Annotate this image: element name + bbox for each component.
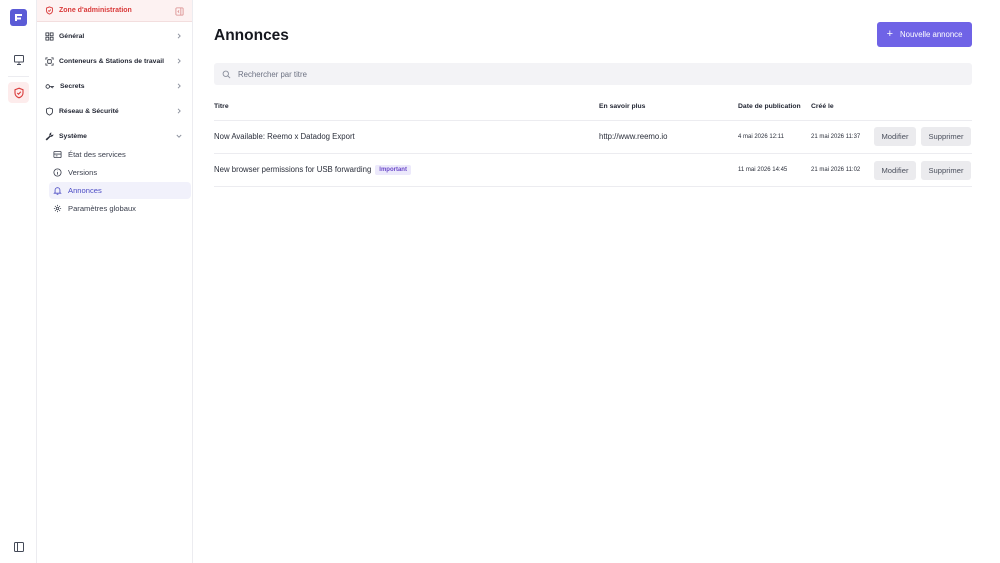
main-content: Annonces + Nouvelle annonce Titre En sav…	[194, 0, 1000, 563]
table-divider	[214, 186, 972, 187]
chevron-right-icon	[177, 108, 181, 114]
services-icon	[53, 150, 62, 159]
row-published: 4 mai 2026 12:11	[738, 134, 784, 140]
section-label: Système	[59, 132, 87, 140]
new-announcement-button[interactable]: + Nouvelle annonce	[877, 22, 972, 47]
admin-zone-label: Zone d'administration	[59, 7, 132, 14]
section-general[interactable]: Général	[37, 27, 192, 45]
section-label: Secrets	[60, 82, 85, 90]
row-link[interactable]: http://www.reemo.io	[599, 132, 667, 141]
column-header-title: Titre	[214, 103, 229, 110]
chevron-right-icon	[177, 58, 181, 64]
icon-rail	[0, 0, 37, 563]
section-system[interactable]: Système	[37, 127, 192, 145]
new-announcement-label: Nouvelle annonce	[900, 30, 963, 39]
sidebar-item-label: Versions	[68, 168, 98, 177]
sidebar-item-versions[interactable]: Versions	[49, 164, 191, 181]
section-label: Réseau & Sécurité	[59, 107, 119, 115]
row-title: Now Available: Reemo x Datadog Export	[214, 132, 355, 141]
shield-icon[interactable]	[8, 82, 29, 103]
section-label: Général	[59, 32, 85, 40]
shield-check-icon	[46, 6, 53, 15]
row-created: 21 mai 2026 11:02	[811, 167, 861, 173]
column-header-learn-more: En savoir plus	[599, 103, 646, 110]
column-header-published: Date de publication	[738, 103, 801, 110]
sidebar-toggle-icon[interactable]	[8, 536, 29, 557]
table-row: Now Available: Reemo x Datadog Export ht…	[214, 120, 972, 153]
sidebar-item-label: État des services	[68, 150, 126, 159]
key-icon	[45, 83, 55, 89]
wrench-icon	[45, 131, 54, 140]
sidebar-item-label: Annonces	[68, 186, 102, 195]
admin-zone-header: Zone d'administration	[37, 0, 192, 22]
grid-icon	[45, 31, 54, 41]
row-title-wrap: New browser permissions for USB forwardi…	[214, 165, 411, 175]
search-bar	[214, 63, 972, 85]
sidebar-item-global-settings[interactable]: Paramètres globaux	[49, 200, 191, 217]
collapse-panel-icon[interactable]	[174, 6, 184, 16]
sidebar-item-announcements[interactable]: Annonces	[49, 182, 191, 199]
chevron-down-icon	[176, 134, 182, 138]
table-row: New browser permissions for USB forwardi…	[214, 153, 972, 186]
bell-icon	[53, 187, 62, 195]
shield-icon	[46, 106, 53, 116]
section-containers[interactable]: Conteneurs & Stations de travail	[37, 52, 192, 70]
section-network-security[interactable]: Réseau & Sécurité	[37, 102, 192, 120]
chevron-right-icon	[177, 33, 181, 39]
delete-button[interactable]: Supprimer	[921, 127, 971, 146]
sidebar-item-label: Paramètres globaux	[68, 204, 136, 213]
edit-button[interactable]: Modifier	[874, 127, 916, 146]
search-input[interactable]	[238, 69, 938, 79]
search-icon	[222, 70, 231, 78]
row-published: 11 mai 2026 14:45	[738, 167, 788, 173]
important-badge: Important	[375, 165, 411, 175]
sidebar-item-service-status[interactable]: État des services	[49, 146, 191, 163]
row-created: 21 mai 2026 11:37	[811, 134, 861, 140]
row-title: New browser permissions for USB forwardi…	[214, 165, 372, 174]
page-title: Annonces	[214, 27, 289, 44]
gear-icon	[53, 204, 62, 213]
rail-divider	[8, 76, 29, 77]
edit-button[interactable]: Modifier	[874, 161, 916, 180]
container-icon	[45, 56, 54, 66]
section-secrets[interactable]: Secrets	[37, 77, 192, 95]
chevron-right-icon	[177, 83, 181, 89]
monitor-icon[interactable]	[8, 49, 29, 70]
logo-icon[interactable]	[10, 9, 27, 26]
section-label: Conteneurs & Stations de travail	[59, 57, 164, 65]
delete-button[interactable]: Supprimer	[921, 161, 971, 180]
admin-sidebar: Zone d'administration Général Conteneurs…	[37, 0, 193, 563]
info-icon	[53, 168, 62, 177]
column-header-created: Créé le	[811, 103, 834, 110]
plus-icon: +	[886, 28, 893, 40]
